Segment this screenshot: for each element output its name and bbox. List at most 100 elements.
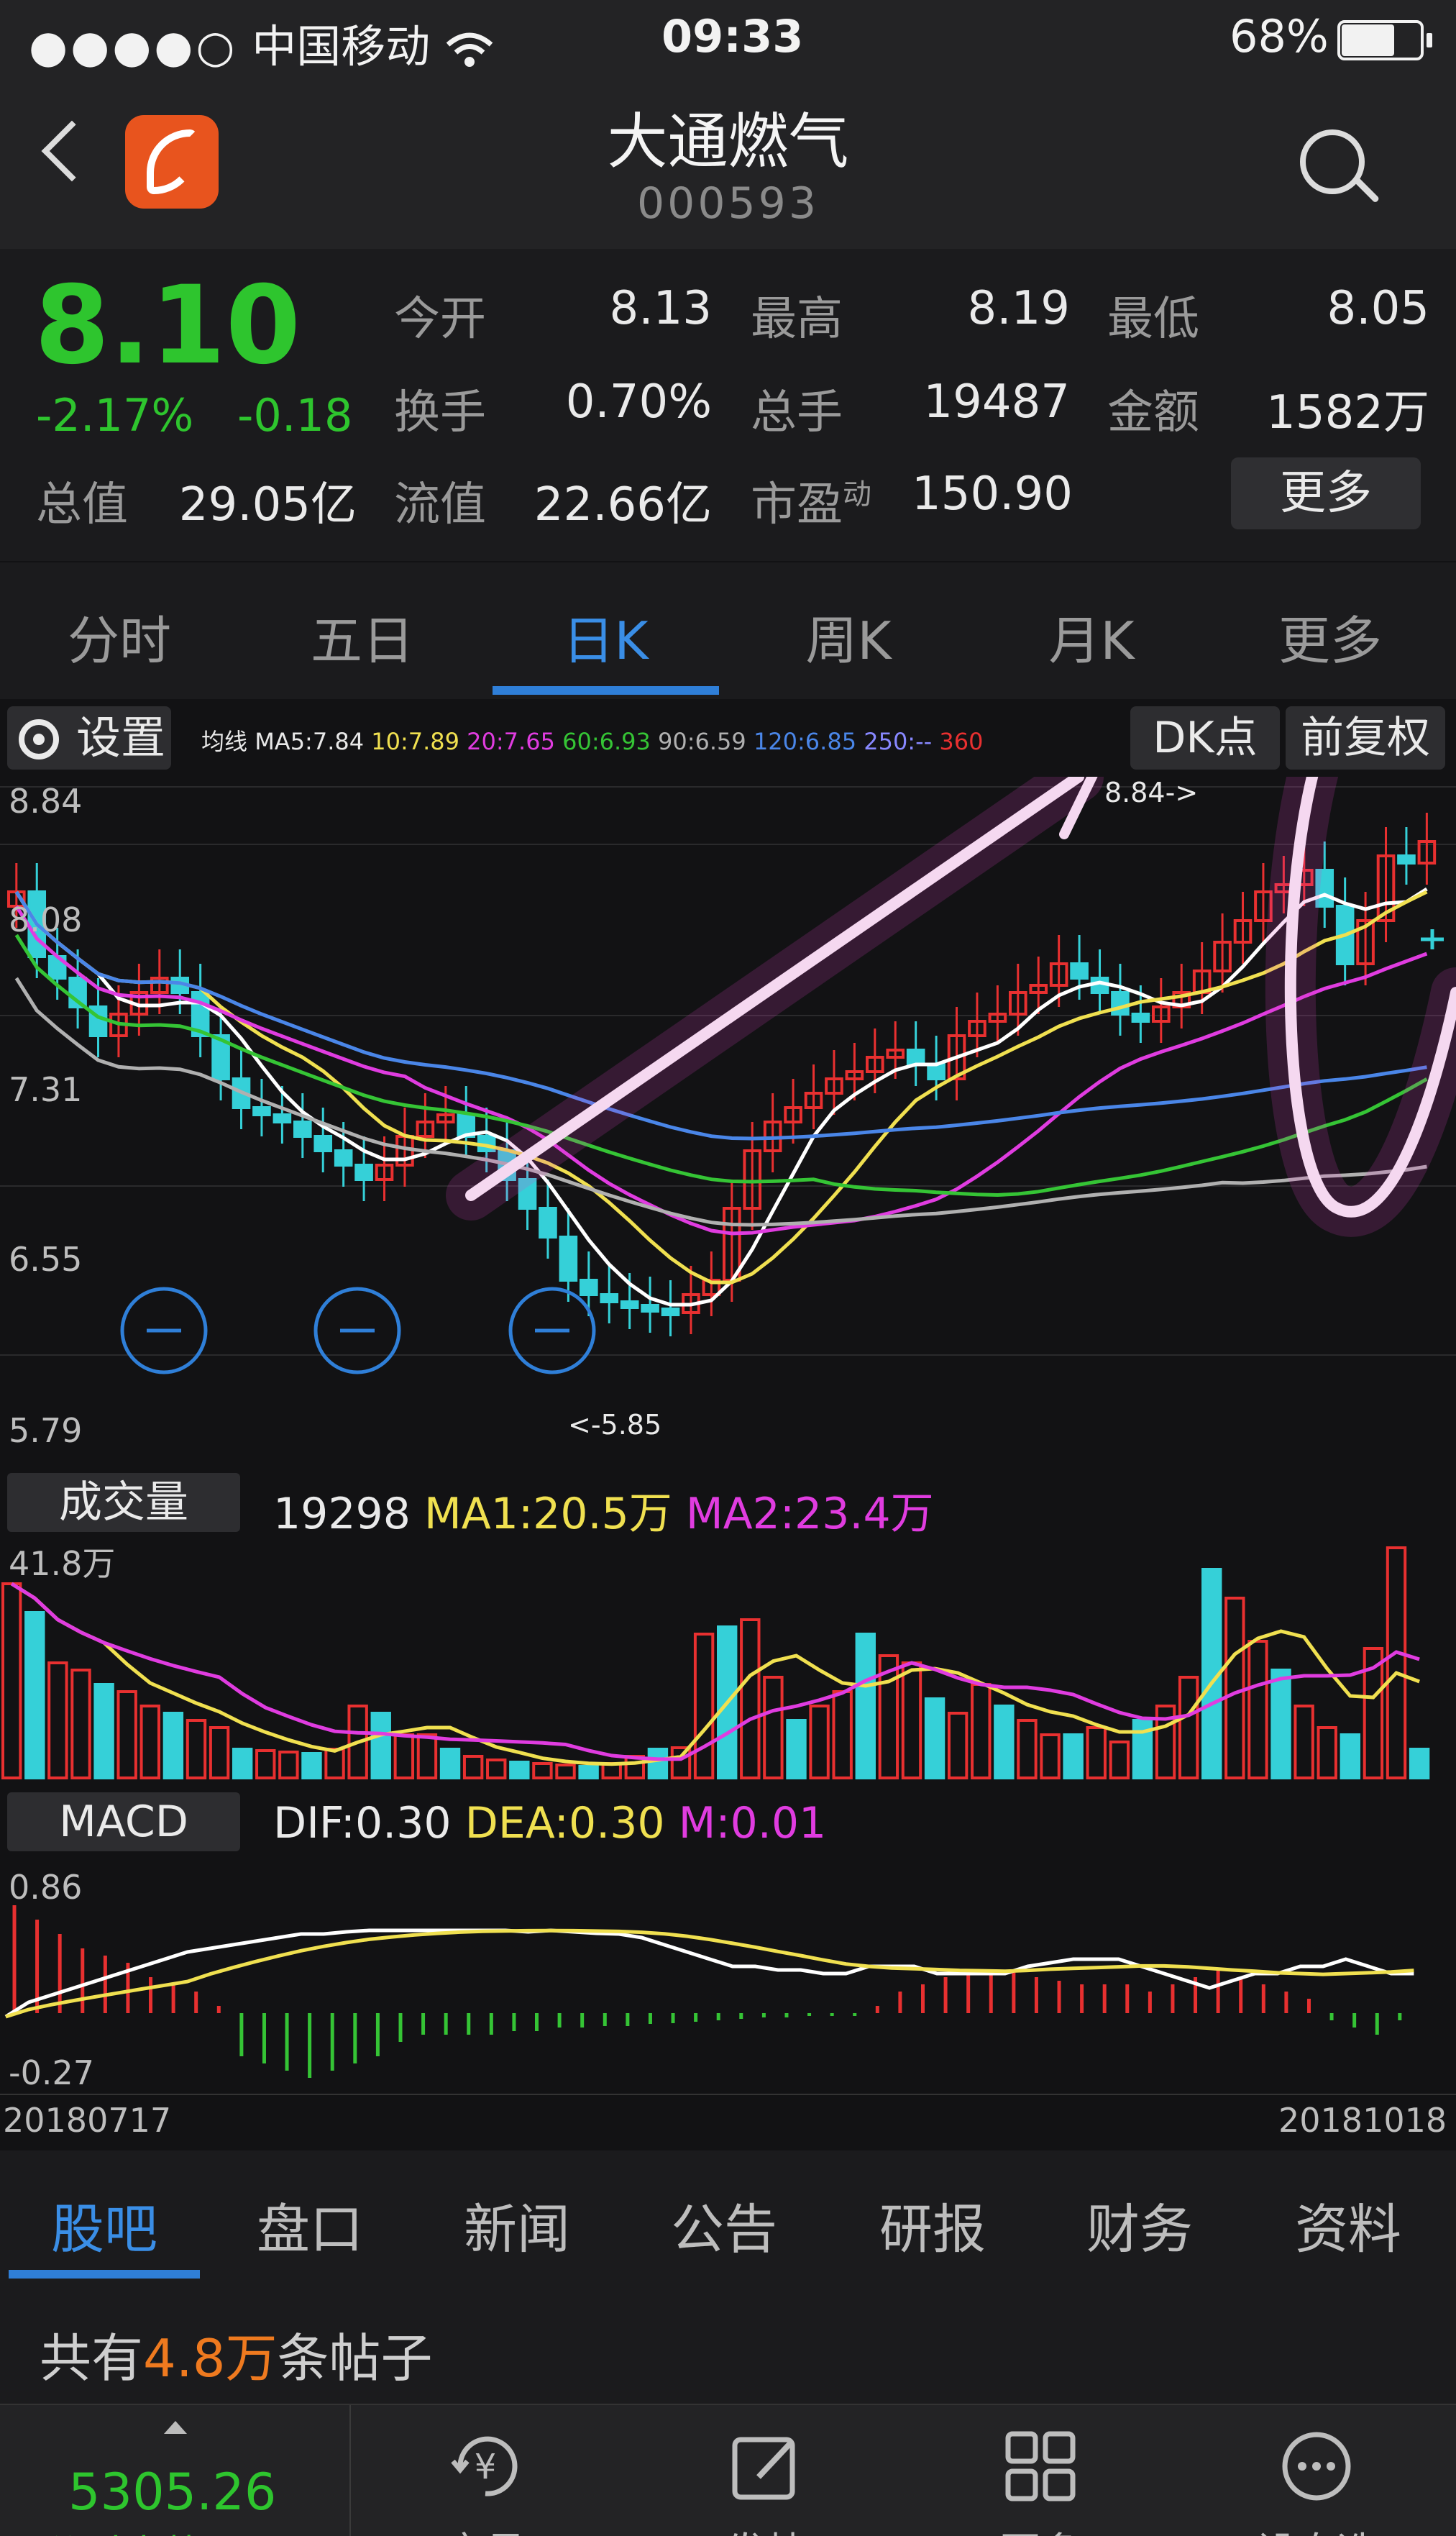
volume-bar <box>1270 1669 1291 1779</box>
compose-label[interactable]: 发帖 <box>694 2520 838 2536</box>
candle <box>252 1106 271 1116</box>
candle <box>927 1063 946 1080</box>
candle <box>906 1049 925 1066</box>
pe-value: 150.90 <box>912 467 1073 521</box>
volume-bar <box>578 1765 599 1779</box>
tab-weekly-k[interactable]: 周K <box>741 598 956 674</box>
compose-icon[interactable] <box>726 2427 805 2506</box>
candle <box>600 1293 619 1303</box>
candle <box>661 1308 680 1316</box>
volume-bar <box>162 1712 184 1779</box>
more-quote-button[interactable]: 更多 <box>1231 457 1421 529</box>
index-change: 分时走势 1.46% <box>43 2523 345 2536</box>
tab-news[interactable]: 新闻 <box>413 2186 621 2263</box>
macd-chart[interactable]: 0.86 -0.27 20180717 20181018 <box>0 1858 1456 2150</box>
amount-label: 金额 <box>1107 386 1199 439</box>
more-label[interactable]: 更多 <box>969 2520 1112 2536</box>
macd-top-tick: 0.86 <box>9 1868 82 1907</box>
ma-item: 10:7.89 <box>371 728 467 755</box>
volume-bar <box>93 1683 114 1779</box>
battery-level <box>1342 24 1395 56</box>
tab-more-periods[interactable]: 更多 <box>1222 598 1438 674</box>
trade-yen-icon[interactable]: ¥ <box>446 2427 525 2506</box>
volume-indicator-button[interactable]: 成交量 <box>7 1473 240 1532</box>
turnover-label: 换手 <box>394 386 486 439</box>
volume-top-tick: 41.8万 <box>9 1544 115 1583</box>
volume-ma2: MA2:23.4万 <box>685 1489 934 1539</box>
y-tick-label: 7.31 <box>9 1070 82 1109</box>
tab-monthly-k[interactable]: 月K <box>984 598 1199 674</box>
forward-adjust-button[interactable]: 前复权 <box>1286 706 1445 770</box>
candle <box>293 1121 312 1138</box>
tab-daily-k[interactable]: 日K <box>498 598 713 674</box>
tab-guba[interactable]: 股吧 <box>0 2186 209 2263</box>
volume-bar <box>439 1748 461 1779</box>
float-label: 流值 <box>394 478 486 532</box>
tab-profile[interactable]: 资料 <box>1244 2186 1452 2263</box>
bottom-toolbar: 5305.26 分时走势 1.46% ¥ 交易 发帖 更多 设自选 <box>0 2404 1456 2536</box>
volume-bar <box>1063 1733 1084 1779</box>
tab-finance[interactable]: 财务 <box>1035 2186 1244 2263</box>
battery-nub <box>1427 33 1432 47</box>
active-tab-indicator <box>493 686 719 695</box>
volume-bar <box>647 1748 669 1779</box>
nav-bar: 大通燃气 000593 <box>0 79 1456 249</box>
candle <box>641 1304 659 1313</box>
ma-item: 120:6.85 <box>753 728 864 755</box>
tab-pankou[interactable]: 盘口 <box>206 2186 414 2263</box>
candle <box>334 1149 353 1167</box>
candle <box>1397 854 1416 865</box>
float-value: 22.66亿 <box>534 478 712 532</box>
candle <box>580 1279 598 1296</box>
trade-label[interactable]: 交易 <box>413 2520 557 2536</box>
ma-item: 60:6.93 <box>562 728 659 755</box>
search-icon[interactable] <box>1300 129 1365 194</box>
candle <box>559 1236 578 1282</box>
stock-code: 000593 <box>636 178 820 229</box>
ma-item: MA5:7.84 <box>255 728 372 755</box>
grid-icon[interactable] <box>1001 2427 1080 2506</box>
volume-values: 19298 MA1:20.5万 MA2:23.4万 <box>273 1479 934 1541</box>
tab-five-day[interactable]: 五日 <box>255 598 470 674</box>
period-tabs: 分时 五日 日K 周K 月K 更多 <box>0 562 1456 699</box>
signal-icon: ●●●●○ <box>29 20 238 73</box>
ma-item: 20:7.65 <box>467 728 563 755</box>
volume-bar <box>1340 1733 1361 1779</box>
candle <box>354 1164 373 1181</box>
watchlist-label[interactable]: 设自选 <box>1245 2520 1388 2536</box>
end-date: 20181018 <box>1278 2101 1447 2140</box>
low-marker: <-5.85 <box>568 1409 661 1441</box>
divider <box>349 2405 351 2536</box>
active-tab-indicator <box>9 2270 200 2279</box>
index-value[interactable]: 5305.26 <box>68 2463 276 2522</box>
high-label: 最高 <box>751 293 843 346</box>
ma-item: 360 <box>939 728 984 755</box>
volume-bar <box>924 1697 946 1779</box>
ma-values: 均线 MA5:7.84 10:7.89 20:7.65 60:6.93 90:6… <box>201 724 983 757</box>
tab-intraday[interactable]: 分时 <box>12 598 227 674</box>
change-percent: -2.17% <box>36 389 194 442</box>
volume-bar <box>301 1752 322 1779</box>
candle <box>620 1300 639 1309</box>
y-tick-label: 8.08 <box>9 900 82 939</box>
macd-header: MACD DIF:0.30 DEA:0.30 M:0.01 <box>0 1784 1456 1858</box>
candle <box>1111 991 1130 1016</box>
volume-bar <box>994 1705 1015 1779</box>
volume-chart[interactable]: 41.8万 <box>0 1539 1456 1784</box>
add-watchlist-icon[interactable] <box>1277 2427 1356 2506</box>
carrier-info: ●●●●○ 中国移动 <box>29 10 495 75</box>
posts-summary: 共有4.8万条帖子 <box>0 2281 1456 2404</box>
clock: 09:33 <box>661 10 804 63</box>
candle <box>313 1135 333 1152</box>
tab-announcements[interactable]: 公告 <box>620 2186 828 2263</box>
y-tick-label: 8.84 <box>9 782 82 821</box>
dk-point-button[interactable]: DK点 <box>1130 706 1280 770</box>
expand-up-icon[interactable] <box>164 2421 187 2434</box>
candle <box>1070 962 1089 980</box>
ma-legend-bar: 设置 均线 MA5:7.84 10:7.89 20:7.65 60:6.93 9… <box>0 699 1456 777</box>
high-value: 8.19 <box>967 282 1071 335</box>
gear-icon <box>19 719 59 760</box>
macd-indicator-button[interactable]: MACD <box>7 1792 240 1851</box>
kline-chart[interactable]: 8.84 8.08 7.31 6.55 5.79 8.84-> <-5.85 <box>0 777 1456 1464</box>
tab-research[interactable]: 研报 <box>828 2186 1037 2263</box>
